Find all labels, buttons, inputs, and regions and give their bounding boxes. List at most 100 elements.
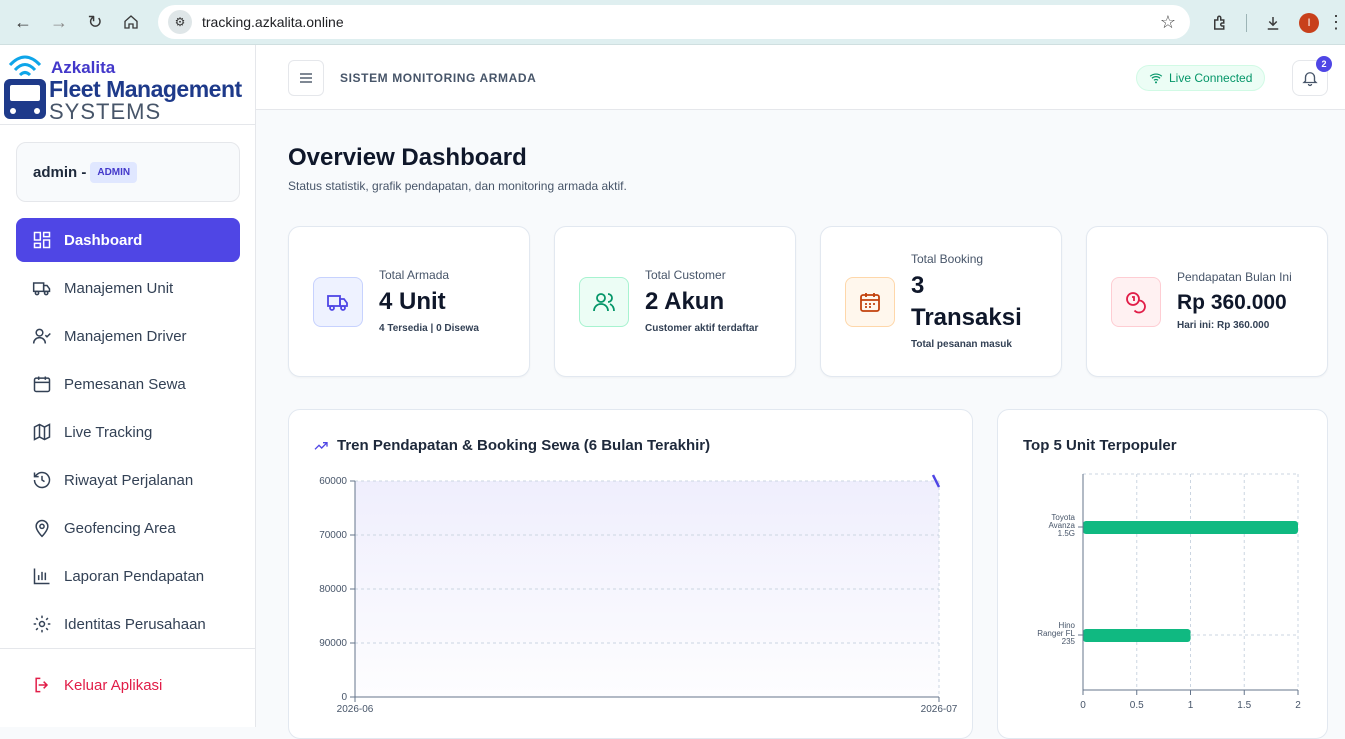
sidebar-item-laporan-pendapatan[interactable]: Laporan Pendapatan xyxy=(16,554,240,598)
y-tick-label: 0 xyxy=(341,692,347,703)
y-tick-label: 70000 xyxy=(319,530,347,541)
card-label: Total Customer xyxy=(645,268,726,282)
forward-icon[interactable]: → xyxy=(41,4,77,40)
logo-brand: Azkalita xyxy=(51,58,116,77)
site-settings-icon[interactable]: ⚙ xyxy=(168,10,192,34)
x-tick-label: 0.5 xyxy=(1130,700,1144,711)
x-tick-label: 1 xyxy=(1188,700,1194,711)
category-label: 1.5G xyxy=(1058,529,1075,538)
history-icon xyxy=(33,471,51,489)
trend-chart-title-text: Tren Pendapatan & Booking Sewa (6 Bulan … xyxy=(337,437,711,454)
card-footnote: Total pesanan masuk xyxy=(911,339,1012,350)
role-badge: ADMIN xyxy=(90,161,138,183)
card-icon-box xyxy=(579,277,629,327)
card-label: Pendapatan Bulan Ini xyxy=(1177,270,1292,284)
bus-logo-icon xyxy=(4,55,46,119)
grid-icon xyxy=(33,231,51,249)
toolbar-divider xyxy=(1246,13,1247,32)
wifi-icon xyxy=(1149,73,1163,84)
sidebar-divider xyxy=(0,648,256,649)
calendar-icon xyxy=(33,376,51,393)
top-header: SISTEM MONITORING ARMADA Live Connected … xyxy=(256,45,1345,110)
card-label: Total Booking xyxy=(911,252,984,266)
extensions-icon[interactable] xyxy=(1202,5,1238,41)
x-tick-label: 2 xyxy=(1295,700,1301,711)
bell-icon xyxy=(1302,72,1318,87)
menu-toggle-button[interactable] xyxy=(288,60,324,96)
home-icon[interactable] xyxy=(113,4,149,40)
card-footnote: Customer aktif terdaftar xyxy=(645,323,759,334)
map-pin-icon xyxy=(35,519,49,538)
live-status-text: Live Connected xyxy=(1169,71,1253,85)
sidebar-item-label: Riwayat Perjalanan xyxy=(64,471,194,489)
x-tick-label: 2026-07 xyxy=(921,704,958,715)
stat-card-total-customer: Total Customer 2 Akun Customer aktif ter… xyxy=(554,226,796,377)
sidebar-item-dashboard[interactable]: Dashboard xyxy=(16,218,240,262)
x-tick-label: 1.5 xyxy=(1237,700,1251,711)
logo: Azkalita Fleet Management SYSTEMS xyxy=(0,45,255,125)
bar xyxy=(1083,521,1298,534)
browser-menu-icon[interactable]: ⋮ xyxy=(1327,5,1345,41)
x-tick-label: 2026-06 xyxy=(337,704,374,715)
truck-icon xyxy=(327,295,348,311)
logout-button[interactable]: Keluar Aplikasi xyxy=(32,675,162,695)
sidebar-item-label: Laporan Pendapatan xyxy=(64,567,205,585)
card-label: Total Armada xyxy=(379,268,450,282)
user-info: admin - ADMIN xyxy=(16,142,240,202)
back-icon[interactable]: ← xyxy=(5,4,41,40)
browser-toolbar: ← → ↻ ⚙ tracking.azkalita.online ☆ I ⋮ xyxy=(0,0,1345,45)
y-tick-label: 90000 xyxy=(319,638,347,649)
logout-label: Keluar Aplikasi xyxy=(64,676,163,694)
trend-chart-title: Tren Pendapatan & Booking Sewa (6 Bulan … xyxy=(313,437,710,454)
sidebar-item-manajemen-unit[interactable]: Manajemen Unit xyxy=(16,266,240,310)
sidebar-menu: Dashboard Manajemen Unit Manajemen Drive… xyxy=(16,218,240,650)
sidebar-item-identitas-perusahaan[interactable]: Identitas Perusahaan xyxy=(16,602,240,646)
stat-card-total-armada: Total Armada 4 Unit 4 Tersedia | 0 Disew… xyxy=(288,226,530,377)
trend-chart: 60000 70000 80000 90000 02026-06 2026-07 xyxy=(319,474,958,715)
map-icon xyxy=(33,423,51,441)
sidebar-item-label: Manajemen Unit xyxy=(64,279,174,297)
notification-count-badge: 2 xyxy=(1316,56,1332,72)
card-footnote: 4 Tersedia | 0 Disewa xyxy=(379,323,479,334)
gear-icon xyxy=(33,615,51,633)
bookmark-star-icon[interactable]: ☆ xyxy=(1160,12,1176,33)
category-label: 235 xyxy=(1062,637,1076,646)
logout-icon xyxy=(35,677,49,693)
sidebar-item-label: Manajemen Driver xyxy=(64,327,187,345)
sidebar-item-label: Pemesanan Sewa xyxy=(64,375,186,393)
address-bar[interactable]: ⚙ tracking.azkalita.online ☆ xyxy=(158,5,1190,39)
user-name: admin - xyxy=(33,163,87,181)
card-icon-box xyxy=(313,277,363,327)
reload-icon[interactable]: ↻ xyxy=(77,4,113,40)
card-value: Rp 360.000 xyxy=(1177,291,1287,314)
card-value-unit: Transaksi xyxy=(911,304,1022,331)
card-value-count: 3 xyxy=(911,272,925,299)
trend-area xyxy=(355,481,939,697)
coins-icon xyxy=(1126,292,1146,314)
bar xyxy=(1083,629,1191,642)
sidebar-item-pemesanan-sewa[interactable]: Pemesanan Sewa xyxy=(16,362,240,406)
stat-card-total-booking: Total Booking 3 Transaksi Total pesanan … xyxy=(820,226,1062,377)
profile-button[interactable]: I xyxy=(1291,5,1327,41)
sidebar-item-riwayat-perjalanan[interactable]: Riwayat Perjalanan xyxy=(16,458,240,502)
user-check-icon xyxy=(32,328,51,344)
download-icon[interactable] xyxy=(1255,5,1291,41)
y-tick-label: 80000 xyxy=(319,584,347,595)
page-title: Overview Dashboard xyxy=(288,144,527,171)
sidebar-item-geofencing-area[interactable]: Geofencing Area xyxy=(16,506,240,550)
trend-chart-panel: Tren Pendapatan & Booking Sewa (6 Bulan … xyxy=(288,409,973,739)
header-title: SISTEM MONITORING ARMADA xyxy=(340,71,537,85)
profile-avatar: I xyxy=(1299,12,1319,33)
top-units-title: Top 5 Unit Terpopuler xyxy=(1023,437,1177,454)
top-units-panel: Top 5 Unit Terpopuler 0 0.5 1 1.5 2 Toyota Ava… xyxy=(997,409,1328,739)
sidebar-item-live-tracking[interactable]: Live Tracking xyxy=(16,410,240,454)
x-tick-label: 0 xyxy=(1080,700,1086,711)
hamburger-icon xyxy=(300,73,312,83)
sidebar-item-label: Identitas Perusahaan xyxy=(64,615,206,633)
y-tick-label: 60000 xyxy=(319,476,347,487)
live-status-badge: Live Connected xyxy=(1136,65,1266,91)
logo-subtitle: SYSTEMS xyxy=(49,99,162,124)
sidebar-item-manajemen-driver[interactable]: Manajemen Driver xyxy=(16,314,240,358)
card-icon-box xyxy=(1111,277,1161,327)
sidebar-item-label: Dashboard xyxy=(64,231,143,249)
